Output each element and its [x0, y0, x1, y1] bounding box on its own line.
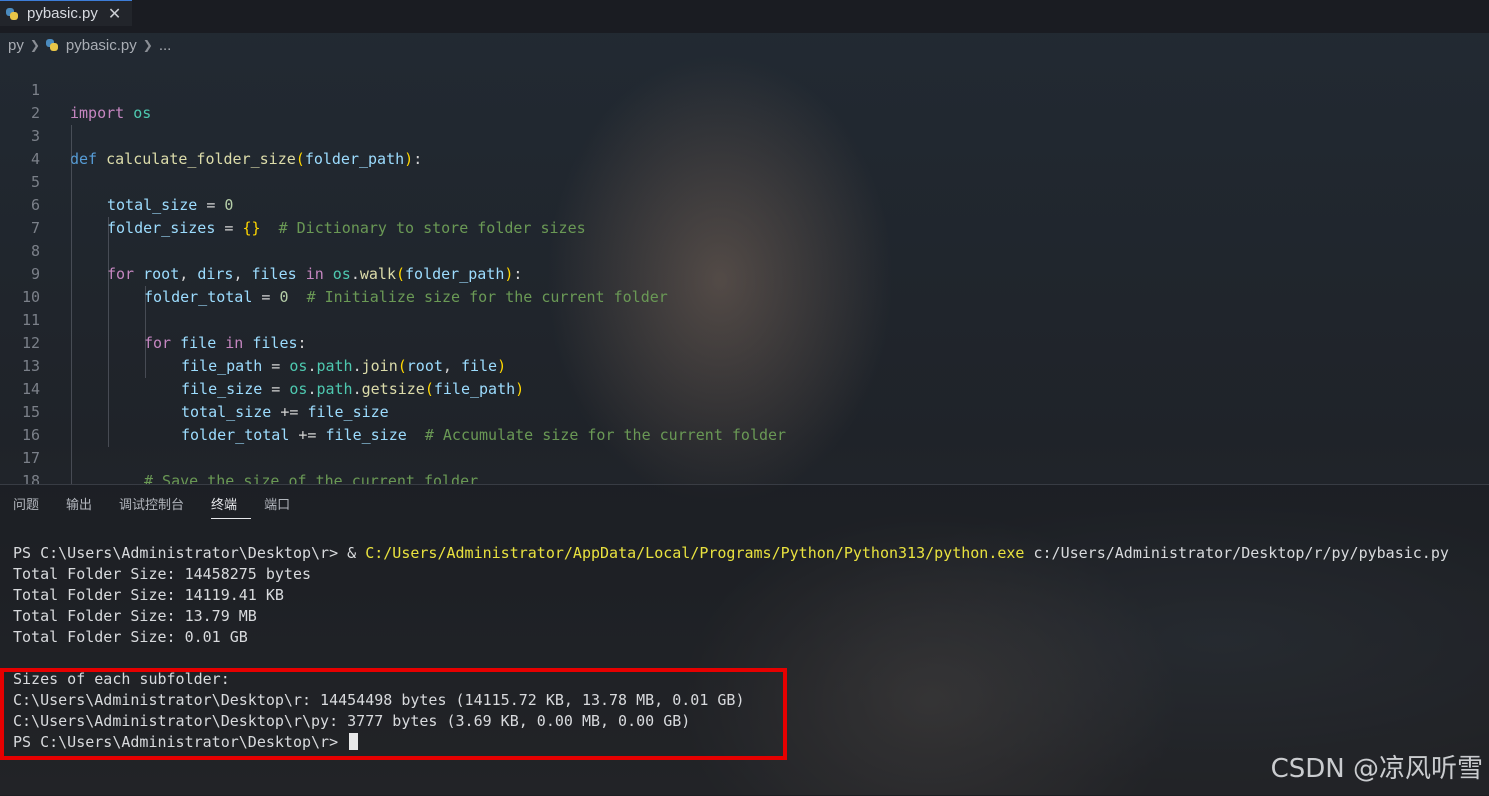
code-line: 6 [0, 171, 1489, 214]
code-line: 17 folder_sizes[root] = folder_total [0, 424, 1489, 467]
code-line: 3 def calculate_folder_size(folder_path)… [0, 102, 1489, 168]
tab-terminal[interactable]: 终端 [211, 493, 252, 519]
tab-label: pybasic.py [27, 5, 98, 22]
terminal-line: PS C:\Users\Administrator\Desktop\r> & C… [13, 543, 1449, 564]
editor-tab-bar: pybasic.py ✕ [0, 0, 1489, 33]
close-icon[interactable]: ✕ [108, 4, 121, 23]
code-line: 10 for file in files: [0, 263, 1489, 352]
chevron-right-icon: ❯ [142, 38, 153, 52]
panel-tabs: 问题 输出 调试控制台 终端 端口 [0, 493, 304, 519]
python-file-icon [45, 39, 58, 51]
terminal-prompt: PS C:\Users\Administrator\Desktop\r> [13, 544, 348, 562]
python-file-icon [6, 7, 18, 20]
breadcrumb-file[interactable]: pybasic.py [66, 37, 137, 54]
code-editor[interactable]: 1 import os 2 3 def calculate_folder_siz… [0, 56, 1489, 484]
terminal-script-path: c:/Users/Administrator/Desktop/r/py/pyba… [1024, 544, 1449, 562]
code-line: 2 [0, 79, 1489, 122]
code-line: 4 total_size = 0 [0, 125, 1489, 214]
terminal-line: Total Folder Size: 14458275 bytes [13, 565, 312, 583]
code-line: 5 folder_sizes = {} # Dictionary to stor… [0, 148, 1489, 237]
red-highlight-box [0, 668, 787, 760]
terminal-amp: & [347, 544, 366, 562]
bottom-panel: 问题 输出 调试控制台 终端 端口 PS C:\Users\Administra… [0, 484, 1489, 796]
code-line: 13 total_size += file_size [0, 332, 1489, 421]
watermark: CSDN @凉风听雪 [1270, 754, 1483, 784]
breadcrumb-folder[interactable]: py [8, 37, 24, 54]
code-line: 1 import os [0, 56, 1489, 122]
breadcrumb: py ❯ pybasic.py ❯ ... [8, 34, 171, 56]
tab-ports[interactable]: 端口 [264, 493, 304, 519]
code-line: 19 return total_size, folder_sizes [0, 470, 1489, 484]
code-line: 16 # Save the size of the current folder [0, 401, 1489, 484]
code-line: 18 [0, 447, 1489, 484]
tab-output[interactable]: 输出 [66, 493, 106, 519]
code-line: 15 [0, 378, 1489, 421]
code-line: 11 file_path = os.path.join(root, file) [0, 286, 1489, 375]
tab-problems[interactable]: 问题 [13, 493, 53, 519]
terminal-exe-path: C:/Users/Administrator/AppData/Local/Pro… [365, 544, 1025, 562]
code-line: 9 [0, 240, 1489, 283]
terminal-line: Total Folder Size: 0.01 GB [13, 628, 248, 646]
terminal-line: Total Folder Size: 13.79 MB [13, 607, 257, 625]
terminal-line: Total Folder Size: 14119.41 KB [13, 586, 284, 604]
code-line: 14 folder_total += file_size # Accumulat… [0, 355, 1489, 444]
breadcrumb-more[interactable]: ... [159, 37, 172, 54]
tab-pybasic[interactable]: pybasic.py ✕ [0, 0, 132, 26]
chevron-right-icon: ❯ [29, 38, 40, 52]
vscode-window: pybasic.py ✕ py ❯ pybasic.py ❯ ... 1 imp… [0, 0, 1489, 796]
code-line: 7 for root, dirs, files in os.walk(folde… [0, 194, 1489, 283]
code-line: 12 file_size = os.path.getsize(file_path… [0, 309, 1489, 398]
code-line: 8 folder_total = 0 # Initialize size for… [0, 217, 1489, 306]
tab-debug-console[interactable]: 调试控制台 [119, 493, 198, 519]
